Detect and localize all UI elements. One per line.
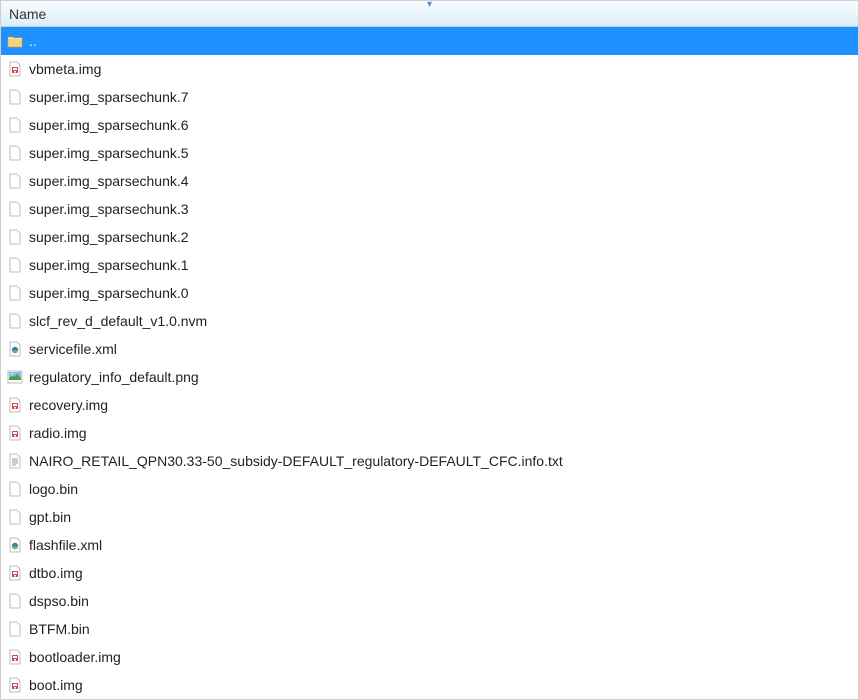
file-name: bootloader.img <box>29 649 121 665</box>
file-row[interactable]: gpt.bin <box>1 503 858 531</box>
file-row[interactable]: dtbo.img <box>1 559 858 587</box>
file-name: dspso.bin <box>29 593 89 609</box>
file-row[interactable]: recovery.img <box>1 391 858 419</box>
column-header-name: Name <box>9 6 46 22</box>
file-name: dtbo.img <box>29 565 83 581</box>
file-row[interactable]: super.img_sparsechunk.1 <box>1 251 858 279</box>
file-row[interactable]: super.img_sparsechunk.5 <box>1 139 858 167</box>
file-row[interactable]: logo.bin <box>1 475 858 503</box>
blank-file-icon <box>7 313 23 329</box>
blank-file-icon <box>7 257 23 273</box>
file-name: vbmeta.img <box>29 61 101 77</box>
file-name: boot.img <box>29 677 83 693</box>
file-name: radio.img <box>29 425 87 441</box>
file-row[interactable]: boot.img <box>1 671 858 699</box>
file-row[interactable]: .. <box>1 27 858 55</box>
file-row[interactable]: super.img_sparsechunk.3 <box>1 195 858 223</box>
file-name: super.img_sparsechunk.0 <box>29 285 189 301</box>
blank-file-icon <box>7 117 23 133</box>
file-name: gpt.bin <box>29 509 71 525</box>
blank-file-icon <box>7 229 23 245</box>
disk-image-icon <box>7 425 23 441</box>
file-row[interactable]: flashfile.xml <box>1 531 858 559</box>
file-row[interactable]: super.img_sparsechunk.7 <box>1 83 858 111</box>
file-name: super.img_sparsechunk.3 <box>29 201 189 217</box>
disk-image-icon <box>7 397 23 413</box>
file-row[interactable]: vbmeta.img <box>1 55 858 83</box>
blank-file-icon <box>7 509 23 525</box>
blank-file-icon <box>7 89 23 105</box>
file-row[interactable]: super.img_sparsechunk.0 <box>1 279 858 307</box>
file-row[interactable]: slcf_rev_d_default_v1.0.nvm <box>1 307 858 335</box>
file-row[interactable]: BTFM.bin <box>1 615 858 643</box>
xml-file-icon <box>7 537 23 553</box>
file-row[interactable]: radio.img <box>1 419 858 447</box>
file-row[interactable]: regulatory_info_default.png <box>1 363 858 391</box>
blank-file-icon <box>7 285 23 301</box>
file-name: NAIRO_RETAIL_QPN30.33-50_subsidy-DEFAULT… <box>29 453 563 469</box>
file-name: servicefile.xml <box>29 341 117 357</box>
disk-image-icon <box>7 565 23 581</box>
disk-image-icon <box>7 61 23 77</box>
file-name: .. <box>29 33 37 49</box>
image-file-icon <box>7 369 23 385</box>
blank-file-icon <box>7 173 23 189</box>
file-name: super.img_sparsechunk.2 <box>29 229 189 245</box>
file-name: recovery.img <box>29 397 108 413</box>
column-header[interactable]: ▾ Name <box>1 1 858 27</box>
disk-image-icon <box>7 677 23 693</box>
file-name: super.img_sparsechunk.4 <box>29 173 189 189</box>
blank-file-icon <box>7 593 23 609</box>
file-name: super.img_sparsechunk.1 <box>29 257 189 273</box>
file-name: super.img_sparsechunk.6 <box>29 117 189 133</box>
file-row[interactable]: dspso.bin <box>1 587 858 615</box>
disk-image-icon <box>7 649 23 665</box>
blank-file-icon <box>7 145 23 161</box>
file-name: BTFM.bin <box>29 621 90 637</box>
xml-file-icon <box>7 341 23 357</box>
file-row[interactable]: super.img_sparsechunk.2 <box>1 223 858 251</box>
file-list: .. vbmeta.img super.img_sparsechunk.7super… <box>1 27 858 699</box>
blank-file-icon <box>7 621 23 637</box>
folder-up-icon <box>7 33 23 49</box>
file-name: logo.bin <box>29 481 78 497</box>
file-name: super.img_sparsechunk.5 <box>29 145 189 161</box>
file-row[interactable]: super.img_sparsechunk.4 <box>1 167 858 195</box>
file-name: slcf_rev_d_default_v1.0.nvm <box>29 313 207 329</box>
file-row[interactable]: servicefile.xml <box>1 335 858 363</box>
file-name: regulatory_info_default.png <box>29 369 199 385</box>
file-name: super.img_sparsechunk.7 <box>29 89 189 105</box>
file-name: flashfile.xml <box>29 537 102 553</box>
blank-file-icon <box>7 201 23 217</box>
file-row[interactable]: bootloader.img <box>1 643 858 671</box>
text-file-icon <box>7 453 23 469</box>
sort-indicator-icon: ▾ <box>427 0 432 10</box>
file-row[interactable]: NAIRO_RETAIL_QPN30.33-50_subsidy-DEFAULT… <box>1 447 858 475</box>
blank-file-icon <box>7 481 23 497</box>
file-row[interactable]: super.img_sparsechunk.6 <box>1 111 858 139</box>
